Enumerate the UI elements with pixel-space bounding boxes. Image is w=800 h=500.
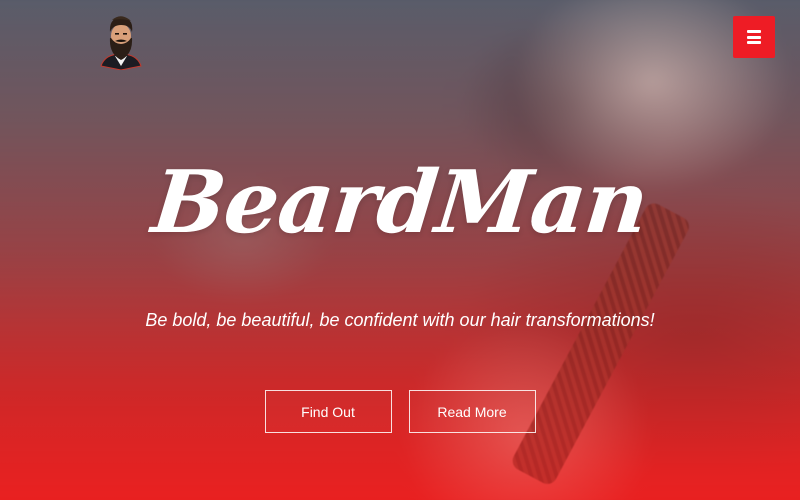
site-logo[interactable] xyxy=(97,10,145,71)
menu-bar xyxy=(747,35,761,39)
menu-button[interactable] xyxy=(733,16,775,58)
hero-title: BeardMan xyxy=(147,152,653,253)
hero-tagline: Be bold, be beautiful, be confident with… xyxy=(145,310,655,330)
hero-buttons: Find Out Read More xyxy=(0,390,800,433)
hero-section: BeardMan Be bold, be beautiful, be confi… xyxy=(0,0,800,500)
find-out-button[interactable]: Find Out xyxy=(264,390,392,433)
bearded-man-logo-icon xyxy=(100,16,142,71)
hamburger-menu-icon xyxy=(747,30,761,44)
menu-bar xyxy=(747,30,761,33)
menu-bar xyxy=(747,41,761,44)
read-more-button[interactable]: Read More xyxy=(408,390,536,433)
